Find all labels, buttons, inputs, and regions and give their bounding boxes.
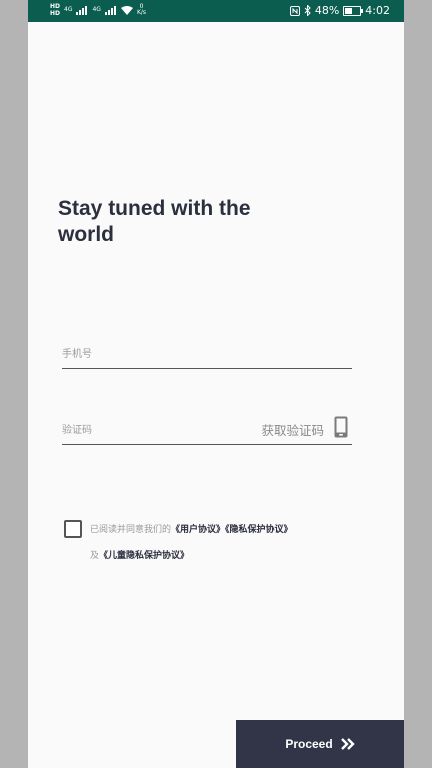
proceed-label: Proceed [285,737,333,751]
headline: Stay tuned with the world [58,197,251,246]
phone-input[interactable] [62,344,242,364]
agreement-and: 及 [90,551,100,561]
code-field: 获取验证码 [62,416,352,445]
get-code-button[interactable]: 获取验证码 [261,420,324,439]
sim-indicators: HD HD [50,3,60,17]
wifi-icon [120,5,133,15]
network-speed-unit: K/s [136,9,147,16]
signal-icon [104,5,116,15]
privacy-policy-link[interactable]: 《隐私保护协议》 [225,525,293,535]
agreement-checkbox[interactable] [64,520,82,538]
verification-code-input[interactable] [62,420,242,440]
network1-label: 4G [64,6,73,13]
phone-field [62,340,352,369]
network2-label: 4G [92,6,101,13]
screen: HD HD 4G 4G 0 K/s 48% 4:02 Stay tuned wi… [0,0,432,768]
status-left: HD HD 4G 4G 0 K/s [50,3,146,17]
agreement-line-2: 及《儿童隐私保护协议》 [90,548,189,561]
phone-icon[interactable] [334,416,348,438]
proceed-button[interactable]: Proceed [236,720,404,768]
sim1-hd-label: HD [50,3,61,10]
network-speed: 0 K/s [137,4,146,16]
battery-percent: 48% [314,4,340,17]
status-right: 48% 4:02 [289,4,390,17]
battery-icon [343,5,364,16]
sim2-hd-label: HD [50,10,61,17]
children-privacy-link[interactable]: 《儿童隐私保护协议》 [99,551,189,561]
double-chevron-right-icon [340,738,355,750]
login-screen: Stay tuned with the world 获取验证码 已阅读并同意我们… [28,22,404,768]
status-bar: HD HD 4G 4G 0 K/s 48% 4:02 [28,0,404,22]
nfc-icon [289,5,300,16]
agreement-line-1: 已阅读并同意我们的《用户协议》《隐私保护协议》 [90,522,293,535]
bluetooth-icon [304,5,311,16]
signal-icon [76,5,88,15]
clock: 4:02 [365,4,390,17]
agreement-prefix: 已阅读并同意我们的 [90,525,172,535]
user-agreement-link[interactable]: 《用户协议》 [171,525,225,535]
